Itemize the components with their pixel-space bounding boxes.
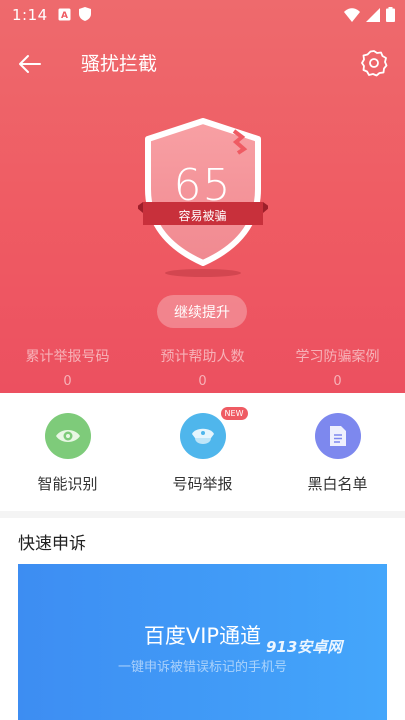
stat-label: 预计帮助人数 — [160, 349, 245, 365]
stat-cases-learned: 学习防骗案例 0 — [270, 346, 405, 389]
shortcut-label: 黑白名单 — [307, 475, 368, 493]
shortcut-row: 智能识别 NEW 号码举报 黑白名单 — [0, 393, 405, 511]
shield-notification-icon — [78, 6, 91, 25]
black-white-list-shortcut[interactable]: 黑白名单 — [270, 393, 405, 511]
hero-panel: 1:14 A 骚扰拦截 65 容易被骗 继续提升 累计举报号码 0 预计帮助人数… — [0, 0, 405, 393]
continue-improve-button[interactable]: 继续提升 — [157, 295, 247, 328]
stats-row: 累计举报号码 0 预计帮助人数 0 学习防骗案例 0 — [0, 346, 405, 389]
eye-icon — [55, 430, 80, 442]
smart-recognition-icon-circle — [44, 413, 91, 459]
a-notification-icon: A — [58, 6, 71, 25]
battery-icon — [386, 7, 395, 26]
risk-status-label: 容易被骗 — [178, 209, 227, 223]
shortcut-label: 智能识别 — [37, 475, 98, 493]
stat-reported-numbers: 累计举报号码 0 — [0, 346, 135, 389]
vip-card-subtitle: 一键申诉被错误标记的手机号 — [117, 660, 287, 675]
number-report-icon-circle: NEW — [179, 407, 248, 459]
quick-appeal-section: 快速申诉 百度VIP通道 一键申诉被错误标记的手机号 913安卓网 — [0, 518, 405, 720]
security-score: 65 — [173, 160, 232, 211]
gear-icon — [361, 50, 388, 77]
back-button[interactable] — [14, 48, 46, 80]
police-cap-icon — [191, 428, 214, 444]
shortcut-label: 号码举报 — [172, 475, 233, 493]
svg-text:A: A — [61, 11, 68, 21]
status-bar: 1:14 A — [0, 0, 405, 30]
black-white-list-icon-circle — [314, 413, 361, 459]
status-time: 1:14 — [12, 6, 48, 24]
stat-label: 累计举报号码 — [25, 349, 110, 365]
wifi-icon — [344, 7, 360, 26]
new-badge: NEW — [220, 407, 248, 420]
stat-label: 学习防骗案例 — [295, 349, 380, 365]
smart-recognition-shortcut[interactable]: 智能识别 — [0, 393, 135, 511]
vip-channel-card[interactable]: 百度VIP通道 一键申诉被错误标记的手机号 913安卓网 — [18, 564, 387, 720]
number-report-shortcut[interactable]: NEW 号码举报 — [135, 393, 270, 511]
page-title: 骚扰拦截 — [81, 53, 158, 75]
back-arrow-icon — [19, 55, 41, 73]
document-icon — [329, 426, 346, 446]
settings-button[interactable] — [359, 48, 389, 78]
stat-people-helped: 预计帮助人数 0 — [135, 346, 270, 389]
app-bar: 骚扰拦截 — [0, 38, 405, 88]
stat-value: 0 — [63, 374, 72, 389]
signal-icon — [366, 7, 380, 26]
stat-value: 0 — [198, 374, 207, 389]
watermark-logo: 913安卓网 — [266, 638, 343, 656]
section-title: 快速申诉 — [18, 534, 86, 554]
stat-value: 0 — [333, 374, 342, 389]
